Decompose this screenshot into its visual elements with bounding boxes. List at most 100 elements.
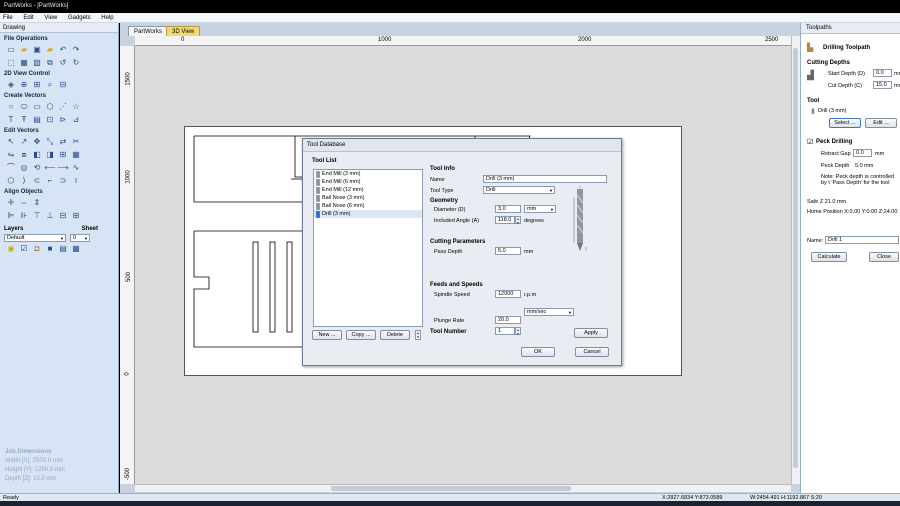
intersect-icon[interactable]: ◨ bbox=[45, 150, 55, 160]
menu-edit[interactable]: Edit bbox=[23, 15, 33, 21]
copy-tool-button[interactable]: Copy ... bbox=[346, 330, 376, 340]
array-icon[interactable]: ⊞ bbox=[58, 150, 68, 160]
zoom-out-icon[interactable]: ⊟ bbox=[58, 80, 68, 90]
menu-file[interactable]: File bbox=[3, 15, 13, 21]
zoom-extents-icon[interactable]: ◈ bbox=[6, 80, 16, 90]
lightbulb-icon[interactable]: ◉ bbox=[6, 244, 16, 254]
color-swatch-icon[interactable]: ■ bbox=[45, 244, 55, 254]
image-icon[interactable]: ▤ bbox=[32, 115, 42, 125]
join-vectors-icon[interactable]: ⟲ bbox=[32, 163, 42, 173]
peck-drilling-checkbox[interactable]: ☑ bbox=[807, 138, 813, 146]
rectangle-icon[interactable]: ▭ bbox=[32, 102, 42, 112]
measure-icon[interactable]: ⊡ bbox=[45, 115, 55, 125]
circle-icon[interactable]: ○ bbox=[6, 102, 16, 112]
weld-icon[interactable]: ⧈ bbox=[19, 150, 29, 160]
polyline-icon[interactable]: ⋰ bbox=[58, 102, 68, 112]
rotate-right-icon[interactable]: ↻ bbox=[71, 58, 81, 68]
included-angle-stepper[interactable]: ▲ ▼ bbox=[515, 216, 521, 225]
undo-icon[interactable]: ↶ bbox=[58, 45, 68, 55]
scissors-icon[interactable]: ✂ bbox=[71, 137, 81, 147]
tool-number-stepper[interactable]: ▲ ▼ bbox=[515, 327, 521, 336]
align-horizontal-icon[interactable]: ⇔ bbox=[19, 198, 29, 208]
subtract-icon[interactable]: ◧ bbox=[32, 150, 42, 160]
tool-list-item-selected[interactable]: Drill (3 mm) bbox=[314, 210, 422, 218]
dimension-icon[interactable]: ⊳ bbox=[58, 115, 68, 125]
ok-button[interactable]: OK bbox=[521, 347, 555, 357]
tool-list-item[interactable]: Ball Nose (6 mm) bbox=[314, 202, 422, 210]
menu-help[interactable]: Help bbox=[101, 15, 113, 21]
tool-list-item[interactable]: Ball Nose (3 mm) bbox=[314, 194, 422, 202]
tool-name-input[interactable]: Drill (3 mm) bbox=[483, 175, 607, 183]
tool-list-item[interactable]: End Mill (12 mm) bbox=[314, 186, 422, 194]
redo-icon[interactable]: ↷ bbox=[71, 45, 81, 55]
horizontal-scroll-thumb[interactable] bbox=[331, 486, 571, 491]
select-tool-button[interactable]: Select ... bbox=[829, 118, 861, 128]
tag-icon[interactable]: ⊿ bbox=[71, 115, 81, 125]
star-icon[interactable]: ☆ bbox=[71, 102, 81, 112]
join-icon[interactable]: ⧉ bbox=[45, 58, 55, 68]
break-icon[interactable]: ⊃ bbox=[58, 176, 68, 186]
zoom-icon[interactable]: ⌕ bbox=[45, 80, 55, 90]
tab-partworks[interactable]: PartWorks bbox=[128, 26, 168, 36]
sheet-select[interactable]: 0 bbox=[70, 234, 90, 242]
tool-number-input[interactable]: 1 bbox=[495, 327, 515, 335]
pass-depth-input[interactable]: 5.0 bbox=[495, 247, 521, 255]
horizontal-scrollbar[interactable] bbox=[135, 484, 791, 492]
align-right-icon[interactable]: ⊪ bbox=[19, 211, 29, 221]
list-order-stepper[interactable]: ▲ ▼ bbox=[415, 330, 421, 340]
calculate-button[interactable]: Calculate bbox=[811, 252, 847, 262]
node-edit-icon[interactable]: ↗ bbox=[19, 137, 29, 147]
ungroup-icon[interactable]: ▧ bbox=[32, 58, 42, 68]
scale-icon[interactable]: ⤡ bbox=[45, 137, 55, 147]
zoom-in-icon[interactable]: ⊞ bbox=[32, 80, 42, 90]
layer-select[interactable]: Default bbox=[4, 234, 66, 242]
smooth-icon[interactable]: ∿ bbox=[71, 163, 81, 173]
toolpath-name-input[interactable]: Drill 1 bbox=[825, 236, 899, 244]
spindle-speed-input[interactable]: 12000 bbox=[495, 290, 521, 298]
curve-icon[interactable]: ⟩ bbox=[19, 176, 29, 186]
pointer-icon[interactable]: ↖ bbox=[6, 137, 16, 147]
tool-list-item[interactable]: End Mill (3 mm) bbox=[314, 170, 422, 178]
diameter-unit-select[interactable]: mm bbox=[524, 205, 556, 213]
apply-button[interactable]: Apply bbox=[574, 328, 608, 338]
closed-shape-icon[interactable]: ⬠ bbox=[6, 176, 16, 186]
new-file-icon[interactable]: ▭ bbox=[6, 45, 16, 55]
import-icon[interactable]: ▰ bbox=[45, 45, 55, 55]
select-all-icon[interactable]: ⬚ bbox=[6, 58, 16, 68]
vertical-scroll-thumb[interactable] bbox=[793, 48, 798, 468]
sheet-manager-icon[interactable]: ▦ bbox=[71, 244, 81, 254]
tab-3d-view[interactable]: 3D View bbox=[166, 26, 201, 36]
extend-icon[interactable]: ⟵ bbox=[44, 163, 55, 173]
nest-icon[interactable]: ▦ bbox=[71, 150, 81, 160]
center-h-icon[interactable]: ⊟ bbox=[58, 211, 68, 221]
center-v-icon[interactable]: ⊞ bbox=[71, 211, 81, 221]
group-icon[interactable]: ▦ bbox=[19, 58, 29, 68]
align-bottom-icon[interactable]: ⊥ bbox=[45, 211, 55, 221]
wave-icon[interactable]: ≀ bbox=[71, 176, 81, 186]
new-tool-button[interactable]: New ... bbox=[312, 330, 342, 340]
cancel-button[interactable]: Cancel bbox=[575, 347, 609, 357]
menu-gadgets[interactable]: Gadgets bbox=[68, 15, 91, 21]
transform-icon[interactable]: ⇄ bbox=[58, 137, 68, 147]
text-icon[interactable]: T bbox=[6, 115, 16, 125]
retract-gap-input[interactable]: 0.0 bbox=[853, 149, 872, 157]
diameter-input[interactable]: 3.0 bbox=[495, 205, 521, 213]
align-left-icon[interactable]: ⊫ bbox=[6, 211, 16, 221]
cut-depth-input[interactable]: 15.0 bbox=[873, 81, 892, 89]
tool-type-select[interactable]: Drill bbox=[483, 186, 555, 194]
align-top-icon[interactable]: ⊤ bbox=[32, 211, 42, 221]
included-angle-input[interactable]: 118.0 bbox=[495, 216, 515, 224]
open-folder-icon[interactable]: ▰ bbox=[19, 45, 29, 55]
save-icon[interactable]: ▣ bbox=[32, 45, 42, 55]
offset-icon[interactable]: ◎ bbox=[19, 163, 29, 173]
tool-list[interactable]: End Mill (3 mm) End Mill (6 mm) End Mill… bbox=[313, 169, 423, 327]
delete-tool-button[interactable]: Delete bbox=[380, 330, 410, 340]
vertical-scrollbar[interactable] bbox=[791, 36, 800, 484]
tool-list-item[interactable]: End Mill (6 mm) bbox=[314, 178, 422, 186]
corner-icon[interactable]: ⌐ bbox=[45, 176, 55, 186]
plunge-rate-input[interactable]: 20.0 bbox=[495, 316, 521, 324]
feed-unit-select[interactable]: mm/sec bbox=[524, 308, 574, 316]
menu-view[interactable]: View bbox=[44, 15, 57, 21]
align-vertical-icon[interactable]: ⇕ bbox=[32, 198, 42, 208]
close-button[interactable]: Close bbox=[869, 252, 899, 262]
